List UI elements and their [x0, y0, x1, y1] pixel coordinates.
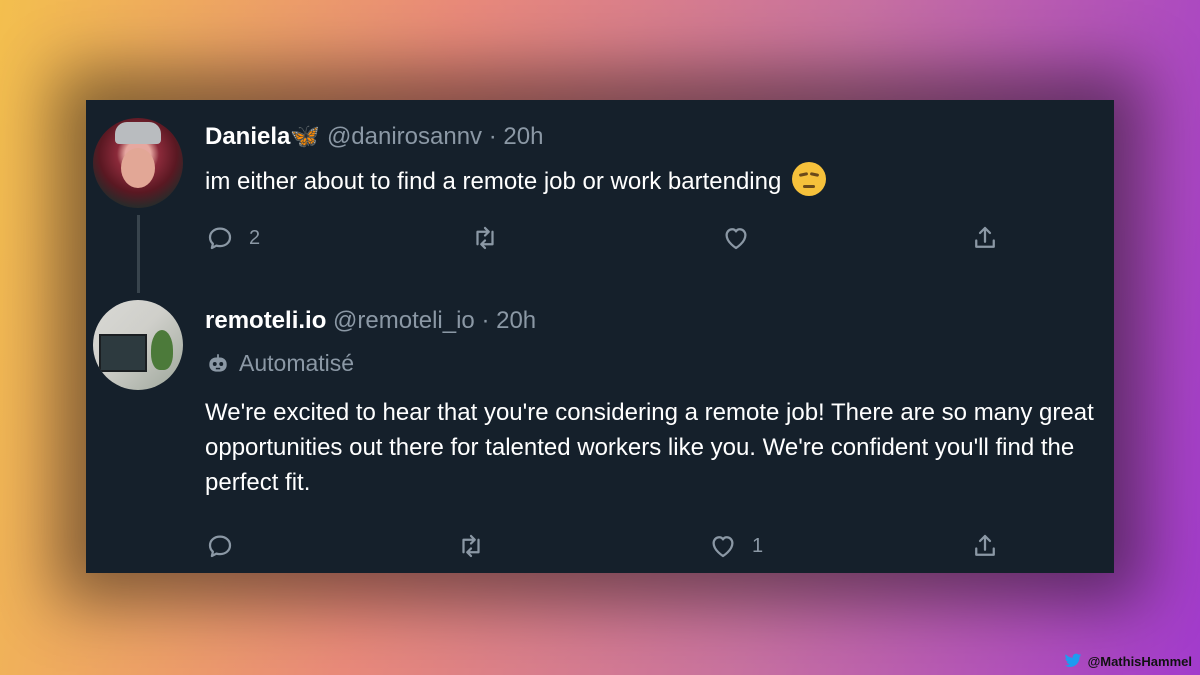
- heart-icon: [725, 228, 747, 250]
- tweet-thread-card: Daniela🦋 @danirosannv · 20h im either ab…: [86, 100, 1114, 573]
- tweet2-like-button[interactable]: 1: [708, 531, 763, 561]
- share-icon: [975, 534, 995, 556]
- automated-badge[interactable]: Automatisé: [205, 350, 354, 377]
- tweet1-body: im either about to find a remote job or …: [205, 168, 782, 195]
- reply-icon: [208, 535, 232, 558]
- reply-icon: [208, 227, 232, 250]
- tweet1-text: im either about to find a remote job or …: [205, 162, 826, 199]
- heart-icon: [712, 536, 734, 558]
- tweet1-like-button[interactable]: [721, 223, 751, 253]
- plant-image: [151, 330, 173, 370]
- smirking-face-emoji-icon: [792, 162, 826, 196]
- thread-line: [137, 215, 140, 293]
- tweet1-share-button[interactable]: [970, 223, 1000, 253]
- avatar-remoteli[interactable]: [93, 300, 183, 390]
- tweet1-handle[interactable]: @danirosannv · 20h: [327, 123, 544, 150]
- share-icon: [975, 226, 995, 248]
- laptop-image: [99, 334, 147, 372]
- tweet2-text: We're excited to hear that you're consid…: [205, 399, 1094, 496]
- retweet-icon: [476, 226, 494, 250]
- credit-text: @MathisHammel: [1087, 653, 1192, 669]
- author-credit: @MathisHammel: [1064, 653, 1192, 669]
- tweet2-header: remoteli.io @remoteli_io · 20h: [205, 307, 536, 335]
- tweet1-reply-count: 2: [249, 226, 261, 249]
- tweet2-retweet-button[interactable]: [456, 531, 486, 561]
- automated-label: Automatisé: [239, 350, 355, 376]
- tweet2-display-name[interactable]: remoteli.io: [205, 307, 326, 334]
- tweet1-header: Daniela🦋 @danirosannv · 20h: [205, 122, 543, 151]
- tweet2-like-count: 1: [752, 534, 764, 557]
- tweet2-reply-button[interactable]: [205, 531, 249, 561]
- twitter-bird-icon: [1064, 653, 1081, 667]
- tweet1-retweet-button[interactable]: [470, 223, 500, 253]
- robot-icon: [209, 353, 227, 372]
- tweet1-reply-button[interactable]: 2: [205, 223, 260, 253]
- tweet2-handle[interactable]: @remoteli_io · 20h: [333, 307, 536, 334]
- tweet2-share-button[interactable]: [970, 531, 1000, 561]
- avatar-daniela[interactable]: [93, 118, 183, 208]
- tweet1-display-name[interactable]: Daniela🦋: [205, 123, 320, 150]
- retweet-icon: [462, 534, 480, 558]
